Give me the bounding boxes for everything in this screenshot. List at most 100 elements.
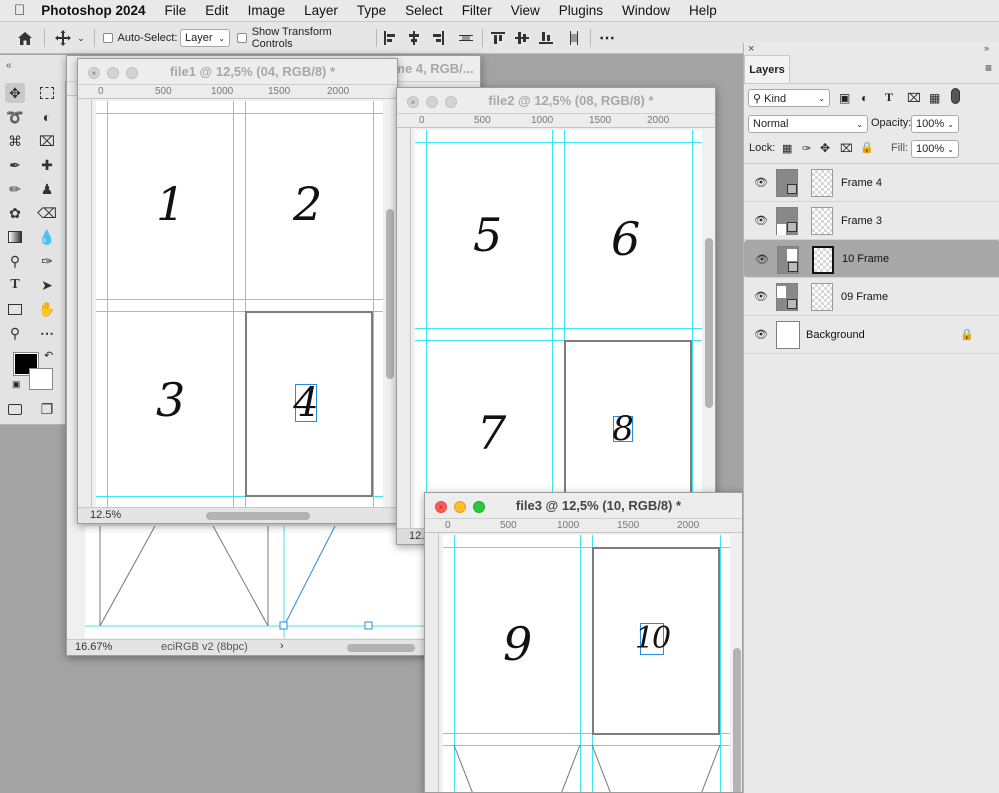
vertical-scrollbar[interactable]: [705, 238, 713, 408]
menu-filter[interactable]: Filter: [462, 3, 492, 18]
canvas[interactable]: 5 6 7 8: [415, 130, 702, 540]
menu-type[interactable]: Type: [357, 3, 386, 18]
menu-file[interactable]: File: [165, 3, 187, 18]
apple-icon[interactable]: : [14, 2, 25, 19]
layer-row[interactable]: 👁 Frame 3: [744, 202, 999, 240]
selected-text-box[interactable]: 8: [612, 412, 634, 446]
brush-tool-icon[interactable]: ✏: [5, 179, 25, 199]
visibility-eye-icon[interactable]: 👁: [754, 290, 768, 303]
lasso-tool-icon[interactable]: ➰: [5, 107, 25, 127]
screen-mode-icon[interactable]: ❐: [37, 399, 57, 419]
vertical-ruler[interactable]: [78, 99, 92, 509]
move-tool-icon[interactable]: ✥: [5, 83, 25, 103]
layer-name[interactable]: 10 Frame: [842, 253, 889, 265]
layer-mask-thumbnail[interactable]: [811, 207, 833, 235]
horizontal-ruler[interactable]: 0 500 1000 1500 2000: [397, 114, 715, 128]
panel-menu-icon[interactable]: ≡: [985, 61, 992, 75]
default-colors-icon[interactable]: ▣: [12, 379, 21, 390]
tab-layers[interactable]: Layers: [744, 55, 790, 83]
distribute-h-icon[interactable]: [565, 22, 583, 54]
status-arrow-icon[interactable]: ›: [280, 640, 284, 652]
visibility-eye-icon[interactable]: 👁: [754, 328, 768, 341]
lock-position-icon[interactable]: ✥: [820, 141, 830, 155]
home-icon[interactable]: [12, 22, 38, 54]
canvas[interactable]: 1 2 3 4: [96, 101, 383, 509]
dodge-tool-icon[interactable]: ⚲: [5, 251, 25, 271]
menu-edit[interactable]: Edit: [205, 3, 228, 18]
type-tool-icon[interactable]: T: [5, 275, 25, 295]
visibility-eye-icon[interactable]: 👁: [754, 214, 768, 227]
lock-image-icon[interactable]: ✑: [802, 142, 811, 155]
layer-row-selected[interactable]: 👁 10 Frame: [744, 240, 999, 278]
layer-name[interactable]: Background: [806, 329, 865, 341]
minimize-button[interactable]: [426, 96, 438, 108]
horizontal-scrollbar[interactable]: [206, 512, 310, 520]
color-profile[interactable]: eciRGB v2 (8bpc): [161, 641, 248, 653]
maximize-button[interactable]: [473, 501, 485, 513]
align-center-h-icon[interactable]: [406, 22, 422, 54]
minimize-button[interactable]: [107, 67, 119, 79]
gradient-tool-icon[interactable]: [5, 227, 25, 247]
zoom-level[interactable]: 12.: [409, 530, 424, 542]
object-select-tool-icon[interactable]: ◐: [37, 107, 57, 127]
vertical-scrollbar[interactable]: [386, 209, 394, 379]
close-button[interactable]: ×: [88, 67, 100, 79]
horizontal-scrollbar[interactable]: [347, 644, 415, 652]
crop-tool-icon[interactable]: ⌘: [5, 131, 25, 151]
tools-collapse-icon[interactable]: «: [0, 55, 66, 81]
history-brush-icon[interactable]: ✿: [5, 203, 25, 223]
align-middle-icon[interactable]: [514, 22, 530, 54]
layer-name[interactable]: Frame 4: [841, 177, 882, 189]
menu-plugins[interactable]: Plugins: [559, 3, 603, 18]
layer-mask-thumbnail[interactable]: [811, 169, 833, 197]
layer-mask-thumbnail[interactable]: [811, 283, 833, 311]
lock-artboard-icon[interactable]: ⌧: [840, 142, 853, 155]
more-options-icon[interactable]: ⋯: [597, 22, 617, 54]
lock-transparent-icon[interactable]: ▦: [782, 142, 792, 155]
layer-row[interactable]: 👁 Frame 4: [744, 164, 999, 202]
filter-adjustment-icon[interactable]: ◐: [861, 91, 868, 105]
healing-brush-icon[interactable]: ✚: [37, 155, 57, 175]
move-tool-preset-icon[interactable]: ⌄: [52, 22, 88, 54]
menu-image[interactable]: Image: [248, 3, 286, 18]
align-bottom-icon[interactable]: [538, 22, 554, 54]
maximize-button[interactable]: [126, 67, 138, 79]
vertical-scrollbar[interactable]: [733, 648, 741, 792]
filter-type-icon[interactable]: T: [885, 90, 893, 105]
zoom-level[interactable]: 16.67%: [75, 641, 112, 653]
blur-tool-icon[interactable]: 💧: [37, 227, 57, 247]
auto-select-dropdown[interactable]: Layer ⌄: [180, 29, 230, 47]
align-top-icon[interactable]: [490, 22, 506, 54]
filter-smart-object-icon[interactable]: ▦: [929, 91, 940, 105]
opacity-input[interactable]: 100% ⌄: [911, 115, 959, 133]
filter-shape-icon[interactable]: ⌧: [907, 91, 921, 105]
lock-all-icon[interactable]: 🔒: [860, 141, 874, 154]
visibility-eye-icon[interactable]: 👁: [755, 253, 769, 266]
selected-text-box[interactable]: 4: [293, 383, 318, 423]
selected-text-box[interactable]: 10: [635, 623, 671, 655]
path-select-tool-icon[interactable]: ➤: [37, 275, 57, 295]
close-button[interactable]: ×: [435, 501, 447, 513]
menu-layer[interactable]: Layer: [304, 3, 338, 18]
visibility-eye-icon[interactable]: 👁: [754, 176, 768, 189]
filter-pixel-icon[interactable]: ▣: [839, 91, 850, 105]
minimize-button[interactable]: [454, 501, 466, 513]
menu-window[interactable]: Window: [622, 3, 670, 18]
layer-mask-thumbnail[interactable]: [812, 246, 834, 274]
vertical-ruler[interactable]: [397, 128, 411, 538]
stamp-tool-icon[interactable]: ♟: [37, 179, 57, 199]
maximize-button[interactable]: [445, 96, 457, 108]
horizontal-ruler[interactable]: 0 500 1000 1500 2000: [78, 85, 397, 99]
frame-tool-icon[interactable]: ⌧: [37, 131, 57, 151]
filter-kind-dropdown[interactable]: ⚲ Kind ⌄: [748, 89, 830, 107]
fill-input[interactable]: 100% ⌄: [911, 140, 959, 158]
eyedropper-tool-icon[interactable]: ✒: [5, 155, 25, 175]
layer-row[interactable]: 👁 Background 🔒: [744, 316, 999, 354]
menu-help[interactable]: Help: [689, 3, 717, 18]
filter-toggle[interactable]: [951, 88, 960, 104]
panel-collapse-icon[interactable]: »: [984, 43, 989, 53]
close-button[interactable]: ×: [407, 96, 419, 108]
align-right-icon[interactable]: [430, 22, 446, 54]
canvas[interactable]: 9 10: [443, 535, 730, 792]
swap-colors-icon[interactable]: ↶: [44, 349, 53, 362]
